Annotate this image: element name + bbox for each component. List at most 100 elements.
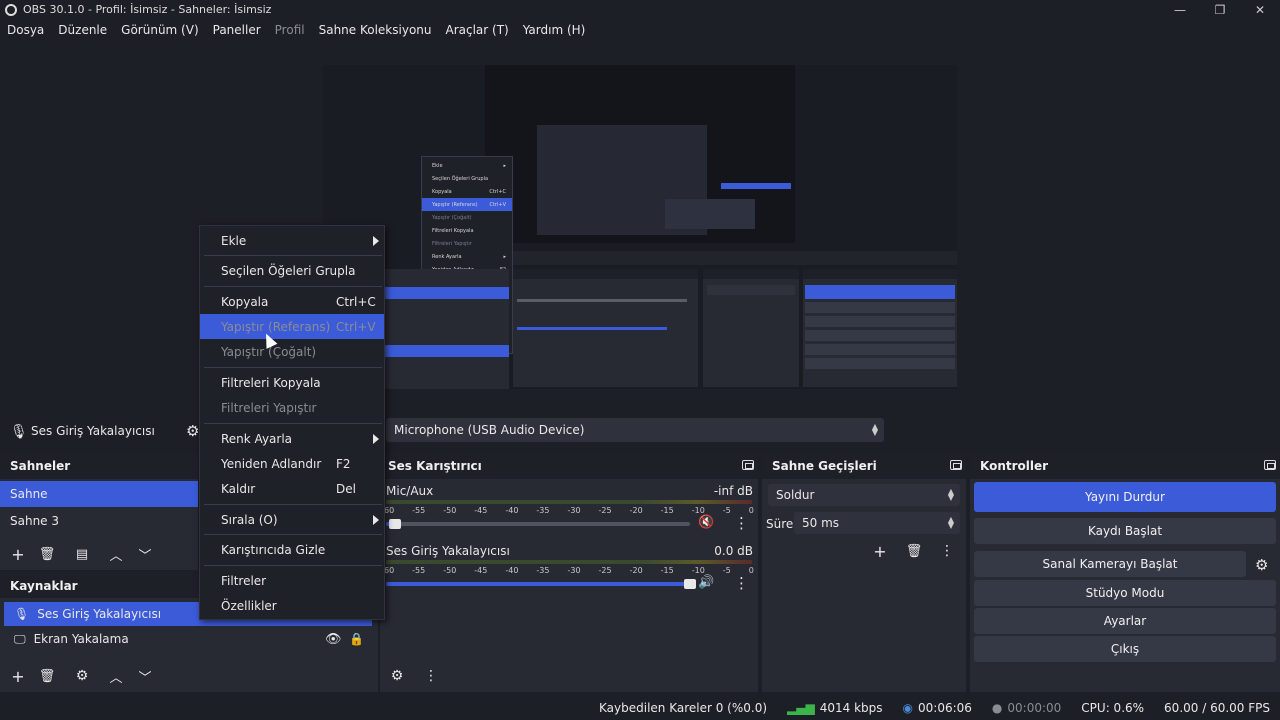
context-menu-item[interactable]: Özellikler — [200, 593, 384, 618]
transitions-title: Sahne Geçişleri — [762, 452, 966, 479]
menu-separator — [204, 367, 382, 368]
meter-tick-label: -5 — [722, 566, 731, 575]
undock-icon[interactable] — [950, 460, 962, 470]
volume-slider[interactable] — [386, 579, 696, 589]
maximize-button[interactable]: ❐ — [1200, 0, 1240, 19]
minimize-button[interactable]: — — [1160, 0, 1200, 19]
audio-device-select[interactable]: Microphone (USB Audio Device) ▲ ▼ — [386, 418, 884, 442]
meter-tick-label: -40 — [505, 566, 519, 575]
microphone-icon: 🎙 — [14, 607, 30, 621]
spin-chevron-icon: ▲ ▼ — [947, 515, 954, 530]
advanced-audio-gear-icon[interactable]: ⚙ — [386, 665, 408, 687]
source-properties-gear-icon[interactable]: ⚙ — [71, 665, 93, 687]
microphone-icon: 🎙 — [10, 424, 28, 440]
duration-spinbox[interactable]: 50 ms ▲ ▼ — [794, 512, 960, 534]
volume-slider-handle[interactable] — [389, 519, 402, 529]
menu-separator — [204, 504, 382, 505]
control-button-1[interactable]: Kaydı Başlat — [974, 518, 1276, 544]
context-menu-item[interactable]: Filtreleri Yapıştır — [200, 395, 384, 420]
context-menu-item[interactable]: Filtreleri Kopyala — [200, 370, 384, 395]
submenu-arrow-icon — [373, 433, 379, 444]
preview-canvas[interactable]: Ekle ▸ Seçilen Öğeleri Grupla Kopyala Ctrl… — [323, 43, 957, 403]
menu-item-5[interactable]: Sahne Koleksiyonu — [312, 23, 439, 37]
context-menu-item[interactable]: Seçilen Öğeleri Grupla — [200, 258, 384, 283]
stream-time-status: ◉ 00:06:06 — [893, 701, 982, 715]
volume-slider[interactable] — [386, 519, 690, 529]
channel-menu-dots-icon[interactable]: ⋮ — [734, 514, 749, 532]
menu-item-1[interactable]: Düzenle — [51, 23, 114, 37]
menu-item-6[interactable]: Araçlar (T) — [439, 23, 516, 37]
muted-speaker-icon[interactable]: 🔇 — [698, 515, 714, 530]
context-menu-item[interactable]: Yapıştır (Referans) Ctrl+V — [200, 314, 384, 339]
context-menu-item[interactable]: Sırala (O) — [200, 507, 384, 532]
close-button[interactable]: ✕ — [1240, 0, 1280, 19]
mixer-menu-dots-icon[interactable]: ⋮ — [420, 665, 442, 687]
context-menu-label: Kopyala — [221, 294, 269, 309]
add-scene-plus-icon[interactable]: + — [7, 543, 29, 565]
remove-source-trash-icon[interactable]: 🗑 — [36, 665, 58, 687]
meter-tick-label: 0 — [748, 566, 754, 575]
transition-type-value: Soldur — [776, 488, 815, 502]
source-item[interactable]: 🖵 Ekran Yakalama — [4, 627, 372, 651]
meter-tick-label: -55 — [412, 566, 426, 575]
submenu-arrow-icon — [373, 235, 379, 246]
context-menu-item[interactable]: Kopyala Ctrl+C — [200, 289, 384, 314]
context-menu-label: Seçilen Öğeleri Grupla — [221, 263, 356, 278]
menu-item-2[interactable]: Görünüm (V) — [114, 23, 205, 37]
transition-menu-dots-icon[interactable]: ⋮ — [936, 540, 958, 562]
meter-tick-label: -50 — [443, 566, 457, 575]
nested-preview: Ekle ▸ Seçilen Öğeleri Grupla Kopyala Ctrl… — [323, 43, 957, 403]
volume-slider-handle[interactable] — [684, 579, 696, 589]
shortcut-label: Ctrl+C — [336, 294, 376, 309]
meter-tick-label: -15 — [660, 566, 674, 575]
context-menu-item[interactable]: Karıştırıcıda Gizle — [200, 537, 384, 562]
control-button-2[interactable]: Sanal Kamerayı Başlat — [974, 551, 1246, 577]
menu-item-3[interactable]: Paneller — [206, 23, 268, 37]
scene-item[interactable]: Sahne 3 — [0, 508, 198, 534]
control-button-3[interactable]: Stüdyo Modu — [974, 580, 1276, 606]
source-item-label: Ses Giriş Yakalayıcısı — [37, 607, 162, 621]
menu-item-4[interactable]: Profil — [268, 23, 312, 37]
source-up-chevron-icon[interactable]: ︿ — [105, 665, 127, 687]
add-transition-plus-icon[interactable]: + — [869, 540, 891, 562]
context-menu-item[interactable]: Ekle — [200, 228, 384, 253]
lock-icon[interactable]: 🔒 — [349, 632, 364, 646]
menu-separator — [204, 565, 382, 566]
channel-menu-dots-icon[interactable]: ⋮ — [734, 574, 749, 592]
scenes-dock: Sahneler Sahne Sahne 3 + 🗑 ▤ ︿ ﹀ — [0, 452, 198, 570]
menu-item-0[interactable]: Dosya — [0, 23, 51, 37]
source-properties-gear-icon[interactable]: ⚙ — [186, 422, 199, 440]
move-down-chevron-icon[interactable]: ﹀ — [134, 543, 156, 565]
undock-icon[interactable] — [742, 460, 754, 470]
visibility-eye-icon[interactable]: 👁 — [325, 632, 342, 647]
menu-item-7[interactable]: Yardım (H) — [516, 23, 593, 37]
remove-transition-trash-icon[interactable]: 🗑 — [903, 540, 925, 562]
controls-title: Kontroller — [970, 452, 1280, 479]
meter-scale: 60 -55 -50 -45 -40 -35 -30 -25 -20 -15 -10 -5 0 — [384, 506, 754, 515]
dropped-frames: Kaybedilen Kareler 0 (%0.0) — [599, 701, 768, 715]
control-button-0[interactable]: Yayını Durdur — [974, 482, 1276, 512]
record-dot-icon: ● — [991, 701, 1003, 715]
add-source-plus-icon[interactable]: + — [7, 665, 29, 687]
control-button-5[interactable]: Çıkış — [974, 636, 1276, 662]
virtual-camera-gear-icon[interactable]: ⚙ — [1255, 556, 1268, 574]
meter-tick-label: -45 — [474, 566, 488, 575]
undock-icon[interactable] — [1264, 460, 1276, 470]
speaker-icon[interactable]: 🔊 — [698, 575, 714, 590]
context-menu-item[interactable]: Yeniden Adlandır F2 — [200, 451, 384, 476]
scene-filters-icon[interactable]: ▤ — [71, 543, 93, 565]
move-up-chevron-icon[interactable]: ︿ — [105, 543, 127, 565]
status-bar: Kaybedilen Kareler 0 (%0.0) ▂▄▆ 4014 kbps… — [0, 696, 1280, 720]
transition-type-select[interactable]: Soldur ▲ ▼ — [768, 484, 960, 506]
scene-item[interactable]: Sahne — [0, 481, 198, 507]
context-menu-item[interactable]: Renk Ayarla — [200, 426, 384, 451]
context-menu-item[interactable]: Yapıştır (Çoğalt) — [200, 339, 384, 364]
meter-tick-label: -25 — [598, 506, 612, 515]
context-menu-item[interactable]: Kaldır Del — [200, 476, 384, 501]
remove-scene-trash-icon[interactable]: 🗑 — [36, 543, 58, 565]
context-menu-item[interactable]: Filtreler — [200, 568, 384, 593]
shortcut-label: F2 — [336, 456, 351, 471]
source-down-chevron-icon[interactable]: ﹀ — [134, 665, 156, 687]
control-button-4[interactable]: Ayarlar — [974, 608, 1276, 634]
meter-tick-label: 0 — [748, 506, 754, 515]
